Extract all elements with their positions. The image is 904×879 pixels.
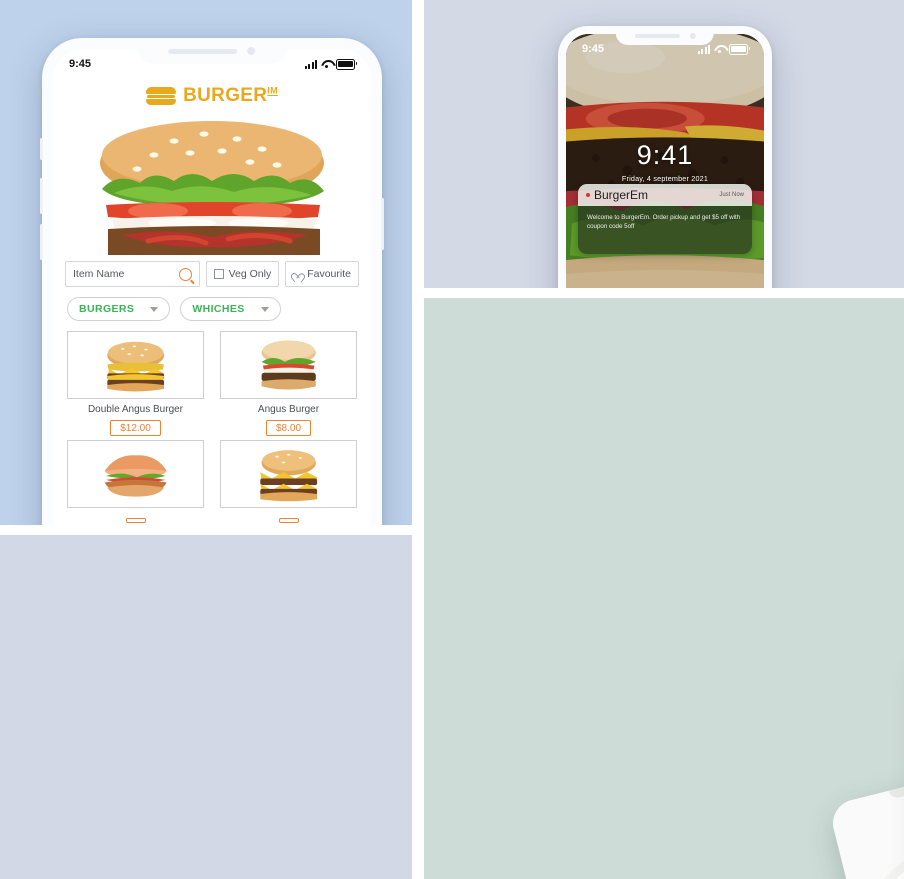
burgerim-app-screen: 9:45 BURGERIM Item Name Veg Only Favouri… <box>53 49 371 525</box>
wifi-icon <box>714 45 725 54</box>
lockscreen-date: Friday, 4 september 2021 <box>621 174 709 183</box>
phone-mute-switch <box>40 138 43 160</box>
hero-burger-image <box>61 115 363 255</box>
earpiece-speaker <box>168 48 238 54</box>
product-card[interactable]: Angus Burger $8.00 <box>220 331 357 436</box>
product-price: $12.00 <box>110 420 161 436</box>
status-bar-indicators <box>304 58 358 70</box>
product-card[interactable]: Double Angus Burger $12.00 <box>67 331 204 436</box>
status-bar-time: 9:45 <box>69 58 92 70</box>
chevron-down-icon[interactable] <box>260 306 269 312</box>
phone-screen-lockscreen: 9:45 9:41 Friday, 4 september 2021 Burge… <box>566 34 764 288</box>
product-name: Double Angus Burger <box>87 404 184 415</box>
search-input[interactable]: Item Name <box>65 261 200 287</box>
product-price <box>278 518 299 523</box>
lockscreen-wallpaper: 9:45 9:41 Friday, 4 september 2021 Burge… <box>566 34 764 288</box>
filter-favourite[interactable]: Favourite <box>285 261 359 287</box>
product-card[interactable] <box>220 440 357 523</box>
product-price: $8.00 <box>265 420 312 436</box>
category-burgers-label: BURGERS <box>79 303 135 315</box>
wifi-icon <box>321 60 332 69</box>
product-thumbnail[interactable] <box>220 440 357 508</box>
screenshot-canvas: 9:45 BURGERIM Item Name Veg Only Favouri… <box>0 0 904 879</box>
notification-app-name: BurgerEm <box>594 188 649 202</box>
filter-veg-only-label: Veg Only <box>228 268 272 280</box>
panel-promo-screens: Order Now Loyalty Events Re-Order Reserv… <box>424 298 904 879</box>
signal-bars-icon <box>304 59 317 69</box>
product-card[interactable] <box>67 440 204 523</box>
notification-banner[interactable]: BurgerEm Just Now Welcome to BurgerEm. O… <box>578 184 752 254</box>
phone-volume-down-button <box>40 224 43 260</box>
phone-notch <box>615 26 715 45</box>
signal-bars-icon <box>697 44 710 54</box>
panel-burgerim-catalog: 9:45 BURGERIM Item Name Veg Only Favouri… <box>0 0 412 525</box>
category-dropdown-whiches[interactable]: WHICHES <box>180 297 281 321</box>
phone-power-button <box>381 198 384 250</box>
heart-icon[interactable] <box>293 270 302 279</box>
burger-logo-icon <box>146 87 177 105</box>
category-whiches-label: WHICHES <box>192 303 245 315</box>
phone-notch <box>888 770 904 800</box>
earpiece-speaker <box>634 33 680 38</box>
chevron-down-icon[interactable] <box>150 306 159 312</box>
product-name: Angus Burger <box>257 404 320 415</box>
notification-dot-icon <box>586 193 590 197</box>
product-price <box>125 518 146 523</box>
search-filter-row: Item Name Veg Only Favourite <box>53 255 371 287</box>
search-input-value: Item Name <box>73 268 125 280</box>
lockscreen-time: 9:41 <box>636 140 694 170</box>
phone-mockup-burgerim: 9:45 BURGERIM Item Name Veg Only Favouri… <box>40 38 384 525</box>
category-dropdown-row: BURGERS WHICHES <box>53 287 371 321</box>
search-icon[interactable] <box>178 267 192 281</box>
product-thumbnail[interactable] <box>67 331 204 399</box>
phone-mockup-promo-coffee: Order Now Loyalty Events Re-Order Reserv… <box>828 755 904 879</box>
notification-time: Just Now <box>719 192 744 198</box>
front-camera-icon <box>689 32 696 39</box>
category-dropdown-burgers[interactable]: BURGERS <box>67 297 171 321</box>
front-camera-icon <box>247 47 256 55</box>
status-bar-time: 9:45 <box>582 43 605 55</box>
filter-veg-only[interactable]: Veg Only <box>205 261 280 287</box>
latte-coffee-cup-photo <box>828 755 904 879</box>
notification-app: BurgerEm <box>586 188 648 202</box>
brand-name: BURGERIM <box>183 85 278 106</box>
panel-lockscreen-notification: 9:45 9:41 Friday, 4 september 2021 Burge… <box>424 0 904 288</box>
product-thumbnail[interactable] <box>67 440 204 508</box>
product-thumbnail[interactable] <box>220 331 357 399</box>
battery-icon <box>729 43 751 55</box>
filter-favourite-label: Favourite <box>307 268 351 280</box>
notification-header: BurgerEm Just Now <box>578 184 752 206</box>
notification-message: Welcome to BurgerEm. Order pickup and ge… <box>578 206 752 254</box>
panel-pizzaem-home: 9:45 PizzaEm Order Your Favorite Food <box>0 535 412 879</box>
lockscreen-clock: 9:41 Friday, 4 september 2021 <box>566 140 764 184</box>
checkbox-icon[interactable] <box>213 269 224 279</box>
phone-mockup-lockscreen: 9:45 9:41 Friday, 4 september 2021 Burge… <box>558 26 772 288</box>
phone-notch <box>137 38 287 64</box>
app-brand-header: BURGERIM <box>53 79 371 113</box>
product-grid: Double Angus Burger $12.00 Angus Burger … <box>53 321 371 523</box>
status-bar-indicators <box>697 43 751 55</box>
phone-screen-burgerim: 9:45 BURGERIM Item Name Veg Only Favouri… <box>53 49 371 525</box>
phone-volume-up-button <box>40 178 43 214</box>
battery-icon <box>336 58 358 70</box>
